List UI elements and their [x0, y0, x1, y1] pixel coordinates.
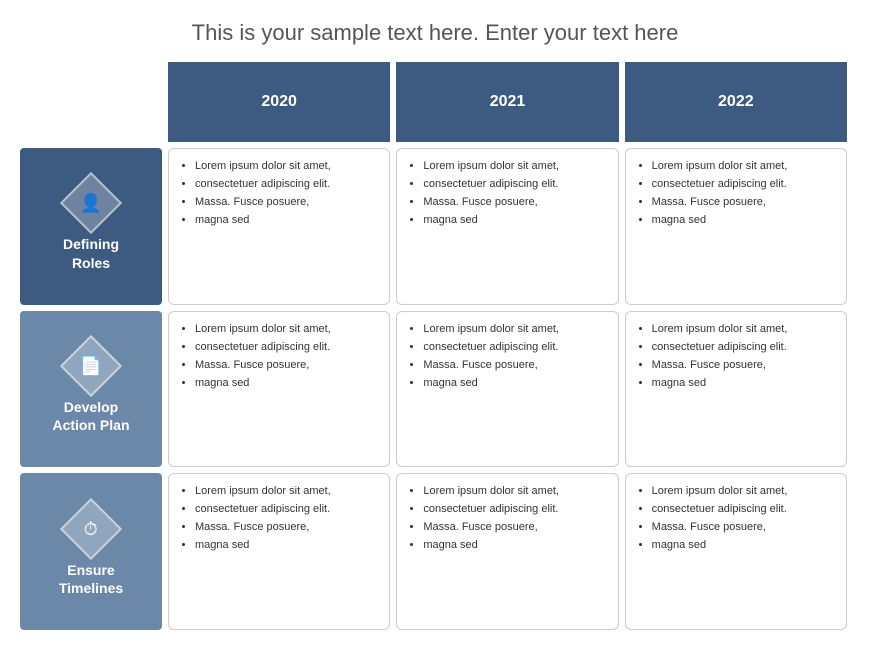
list-item: Massa. Fusce posuere,	[652, 195, 834, 211]
list-item: magna sed	[423, 376, 605, 392]
list-item: Lorem ipsum dolor sit amet,	[423, 159, 605, 175]
list-item: consectetuer adipiscing elit.	[195, 177, 377, 193]
row1-cell3: Lorem ipsum dolor sit amet, consectetuer…	[625, 148, 847, 305]
header-year-2021: 2021	[396, 62, 618, 142]
row3-cell1: Lorem ipsum dolor sit amet, consectetuer…	[168, 473, 390, 630]
list-item: Lorem ipsum dolor sit amet,	[423, 322, 605, 338]
ensure-timelines-icon: ⏱	[84, 518, 98, 539]
list-item: Massa. Fusce posuere,	[652, 520, 834, 536]
grid: 2020 2021 2022 👤 Defining Roles Lorem ip…	[20, 62, 850, 633]
list-item: consectetuer adipiscing elit.	[423, 177, 605, 193]
list-item: Massa. Fusce posuere,	[423, 520, 605, 536]
row1-cell2: Lorem ipsum dolor sit amet, consectetuer…	[396, 148, 618, 305]
list-item: Massa. Fusce posuere,	[423, 358, 605, 374]
list-item: Lorem ipsum dolor sit amet,	[195, 322, 377, 338]
header-empty	[20, 62, 165, 145]
list-item: Massa. Fusce posuere,	[195, 195, 377, 211]
defining-roles-icon: 👤	[80, 193, 102, 214]
list-item: Lorem ipsum dolor sit amet,	[652, 322, 834, 338]
list-item: Massa. Fusce posuere,	[652, 358, 834, 374]
list-item: Lorem ipsum dolor sit amet,	[423, 484, 605, 500]
list-item: magna sed	[423, 213, 605, 229]
defining-roles-label: Defining Roles	[63, 235, 119, 271]
list-item: consectetuer adipiscing elit.	[652, 177, 834, 193]
list-item: magna sed	[652, 213, 834, 229]
develop-action-label: Develop Action Plan	[52, 398, 129, 434]
header-year-2020: 2020	[168, 62, 390, 142]
list-item: Lorem ipsum dolor sit amet,	[652, 484, 834, 500]
list-item: Massa. Fusce posuere,	[423, 195, 605, 211]
row2-cell3: Lorem ipsum dolor sit amet, consectetuer…	[625, 311, 847, 468]
row-label-defining-roles: 👤 Defining Roles	[20, 148, 162, 305]
row-label-develop-action-plan: 📄 Develop Action Plan	[20, 311, 162, 468]
list-item: consectetuer adipiscing elit.	[652, 340, 834, 356]
develop-action-icon-diamond: 📄	[60, 335, 122, 397]
row1-cell1: Lorem ipsum dolor sit amet, consectetuer…	[168, 148, 390, 305]
list-item: consectetuer adipiscing elit.	[423, 502, 605, 518]
list-item: consectetuer adipiscing elit.	[195, 340, 377, 356]
list-item: magna sed	[423, 538, 605, 554]
defining-roles-icon-diamond: 👤	[60, 172, 122, 234]
page-title: This is your sample text here. Enter you…	[20, 20, 850, 46]
ensure-timelines-icon-diamond: ⏱	[60, 497, 122, 559]
list-item: consectetuer adipiscing elit.	[423, 340, 605, 356]
list-item: Massa. Fusce posuere,	[195, 520, 377, 536]
header-year-2022: 2022	[625, 62, 847, 142]
list-item: consectetuer adipiscing elit.	[652, 502, 834, 518]
list-item: Lorem ipsum dolor sit amet,	[652, 159, 834, 175]
row3-cell3: Lorem ipsum dolor sit amet, consectetuer…	[625, 473, 847, 630]
list-item: magna sed	[652, 376, 834, 392]
page: This is your sample text here. Enter you…	[0, 0, 870, 653]
list-item: magna sed	[195, 376, 377, 392]
ensure-timelines-label: Ensure Timelines	[59, 561, 123, 597]
list-item: magna sed	[652, 538, 834, 554]
list-item: magna sed	[195, 538, 377, 554]
list-item: magna sed	[195, 213, 377, 229]
list-item: Lorem ipsum dolor sit amet,	[195, 484, 377, 500]
list-item: Massa. Fusce posuere,	[195, 358, 377, 374]
row3-cell2: Lorem ipsum dolor sit amet, consectetuer…	[396, 473, 618, 630]
row-label-ensure-timelines: ⏱ Ensure Timelines	[20, 473, 162, 630]
list-item: Lorem ipsum dolor sit amet,	[195, 159, 377, 175]
develop-action-icon: 📄	[80, 355, 102, 376]
row2-cell2: Lorem ipsum dolor sit amet, consectetuer…	[396, 311, 618, 468]
row2-cell1: Lorem ipsum dolor sit amet, consectetuer…	[168, 311, 390, 468]
list-item: consectetuer adipiscing elit.	[195, 502, 377, 518]
